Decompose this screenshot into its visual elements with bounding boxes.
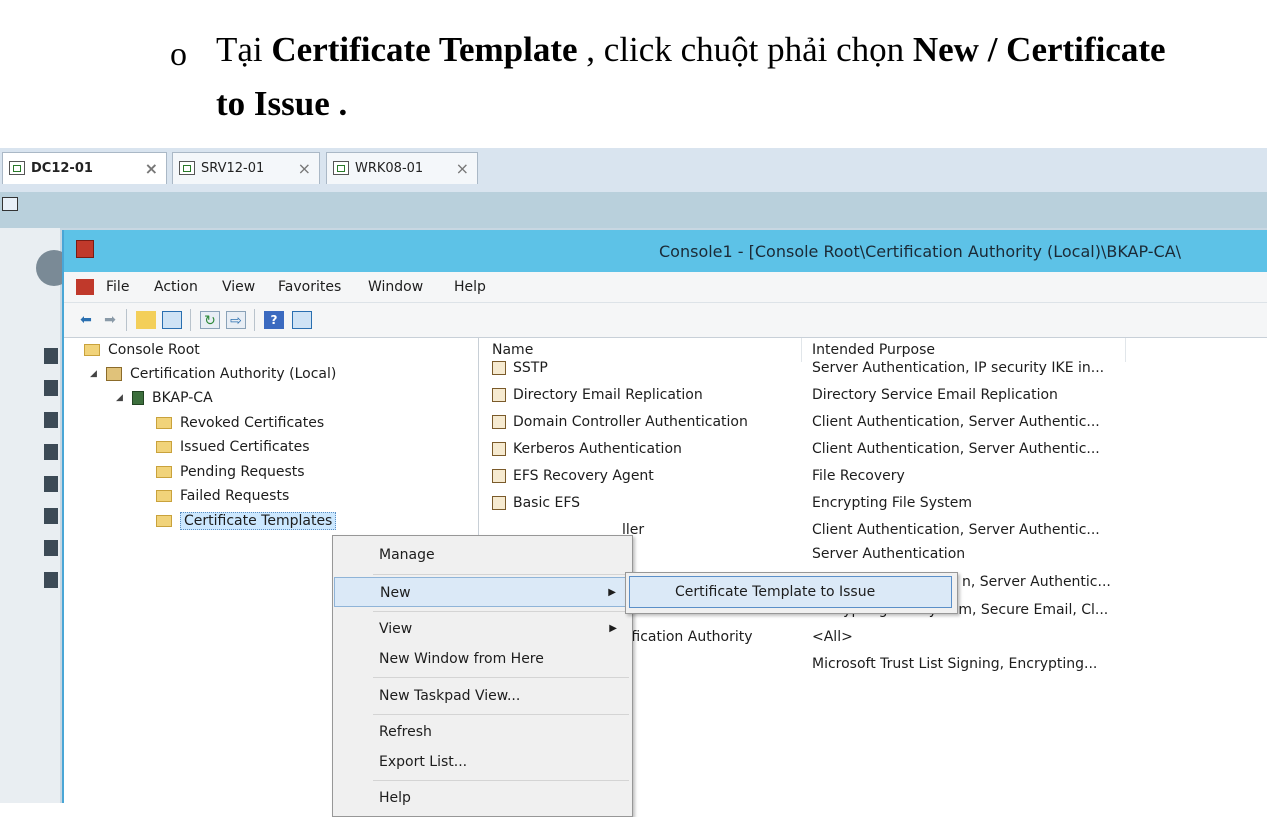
folder-icon [156, 466, 172, 478]
menu-item-new-window[interactable]: New Window from Here [334, 644, 631, 674]
title-bar: Console1 - [Console Root\Certification A… [64, 230, 1267, 272]
vm-tab-bar: DC12-01 × SRV12-01 × WRK08-01 × [0, 148, 1267, 192]
menu-item-export-list[interactable]: Export List... [334, 747, 631, 777]
expand-arrow-icon[interactable]: ◢ [116, 393, 126, 403]
certification-authority-icon [106, 367, 122, 381]
certificate-template-icon [492, 442, 506, 456]
tab-dc12-01[interactable]: DC12-01 × [2, 152, 167, 184]
ad-ds-icon[interactable] [44, 476, 58, 492]
list-item[interactable]: Kerberos Authentication Client Authentic… [482, 437, 1267, 464]
instruction-text: o Tại Certificate Template , click chuột… [0, 0, 1267, 140]
ca-server-icon [132, 391, 144, 405]
context-menu: Manage New ▶ View ▶ New Window from Here… [332, 535, 633, 817]
tree-failed-requests[interactable]: Failed Requests [156, 488, 289, 504]
certificate-template-icon [492, 388, 506, 402]
dashboard-icon[interactable] [44, 348, 58, 364]
tree-revoked-certificates[interactable]: Revoked Certificates [156, 415, 324, 431]
vm-toolbar-strip [0, 192, 1267, 228]
vm-console-icon[interactable] [2, 197, 18, 211]
menu-bar: File Action View Favorites Window Help [64, 272, 1267, 303]
back-arrow-icon[interactable]: ⬅ [76, 311, 96, 329]
menu-item-new[interactable]: New ▶ [334, 577, 631, 607]
tree-issued-certificates[interactable]: Issued Certificates [156, 439, 310, 455]
submenu-arrow-icon: ▶ [609, 623, 617, 634]
show-hide-tree-icon[interactable] [162, 311, 182, 329]
folder-icon [156, 441, 172, 453]
new-submenu: Certificate Template to Issue [625, 572, 958, 614]
certificate-template-icon [492, 415, 506, 429]
circle-bullet-icon: o [170, 36, 187, 73]
menu-window[interactable]: Window [368, 279, 423, 295]
menu-separator [373, 780, 629, 781]
menu-separator [373, 677, 629, 678]
tab-wrk08-01[interactable]: WRK08-01 × [326, 152, 478, 184]
menu-favorites[interactable]: Favorites [278, 279, 341, 295]
menu-action[interactable]: Action [154, 279, 198, 295]
forward-arrow-icon[interactable]: ➡ [100, 311, 120, 329]
list-item[interactable]: Basic EFS Encrypting File System [482, 491, 1267, 518]
window-title: Console1 - [Console Root\Certification A… [659, 242, 1182, 261]
menu-item-manage[interactable]: Manage [334, 540, 631, 570]
mmc-console-icon[interactable] [76, 279, 94, 295]
toolbar-separator [190, 309, 191, 331]
vm-host-window: DC12-01 × SRV12-01 × WRK08-01 × Console1… [0, 148, 1267, 803]
menu-item-view[interactable]: View ▶ [334, 614, 631, 644]
tree-certificate-templates[interactable]: Certificate Templates [156, 512, 337, 530]
vm-icon [9, 161, 25, 175]
instruction-line-2: to Issue . [216, 84, 348, 123]
toolbar: ⬅ ➡ ↻ ⇨ ? [64, 303, 1267, 338]
list-item[interactable]: SSTP Server Authentication, IP security … [482, 356, 1267, 383]
toolbar-separator [254, 309, 255, 331]
tree-bkap-ca[interactable]: ◢ BKAP-CA [116, 390, 213, 406]
certificate-template-icon [492, 496, 506, 510]
menu-item-certificate-template-to-issue[interactable]: Certificate Template to Issue [629, 576, 952, 608]
list-item[interactable]: Domain Controller Authentication Client … [482, 410, 1267, 437]
export-list-icon[interactable]: ⇨ [226, 311, 246, 329]
show-hide-action-pane-icon[interactable] [292, 311, 312, 329]
tree-console-root[interactable]: Console Root [84, 342, 200, 358]
ad-cs-icon[interactable] [44, 444, 58, 460]
folder-icon [156, 417, 172, 429]
folder-icon [84, 344, 100, 356]
help-icon[interactable]: ? [264, 311, 284, 329]
file-services-icon[interactable] [44, 540, 58, 556]
close-icon[interactable]: × [298, 159, 311, 178]
mmc-window: Console1 - [Console Root\Certification A… [62, 230, 1267, 803]
list-item[interactable]: EFS Recovery Agent File Recovery [482, 464, 1267, 491]
tree-certification-authority[interactable]: ◢ Certification Authority (Local) [90, 366, 336, 382]
menu-separator [373, 574, 629, 575]
close-icon[interactable]: × [145, 159, 158, 178]
vm-icon [333, 161, 349, 175]
folder-icon [156, 490, 172, 502]
all-servers-icon[interactable] [44, 412, 58, 428]
iis-icon[interactable] [44, 572, 58, 588]
submenu-arrow-icon: ▶ [608, 587, 616, 598]
vm-icon [179, 161, 195, 175]
certificate-template-icon [492, 469, 506, 483]
mmc-console-icon [76, 240, 94, 258]
menu-separator [373, 714, 629, 715]
menu-view[interactable]: View [222, 279, 255, 295]
tree-pending-requests[interactable]: Pending Requests [156, 464, 305, 480]
certificate-template-icon [492, 361, 506, 375]
menu-file[interactable]: File [106, 279, 129, 295]
menu-separator [373, 611, 629, 612]
menu-item-new-taskpad-view[interactable]: New Taskpad View... [334, 681, 631, 711]
expand-arrow-icon[interactable]: ◢ [90, 369, 100, 379]
instruction-line-1: Tại Certificate Template , click chuột p… [216, 30, 1166, 69]
menu-item-refresh[interactable]: Refresh [334, 717, 631, 747]
dns-icon[interactable] [44, 508, 58, 524]
menu-item-help[interactable]: Help [334, 783, 631, 813]
up-folder-icon[interactable] [136, 311, 156, 329]
local-server-icon[interactable] [44, 380, 58, 396]
refresh-icon[interactable]: ↻ [200, 311, 220, 329]
folder-icon [156, 515, 172, 527]
tab-srv12-01[interactable]: SRV12-01 × [172, 152, 320, 184]
toolbar-separator [126, 309, 127, 331]
menu-help[interactable]: Help [454, 279, 486, 295]
close-icon[interactable]: × [456, 159, 469, 178]
list-item[interactable]: Directory Email Replication Directory Se… [482, 383, 1267, 410]
